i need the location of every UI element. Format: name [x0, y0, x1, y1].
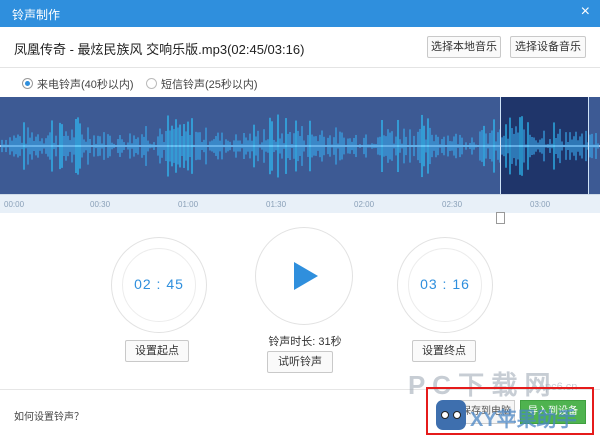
timeline-tick: 01:00 [178, 200, 199, 209]
timeline-tick: 00:00 [4, 200, 25, 209]
radio-sms-label: 短信铃声(25秒以内) [161, 79, 258, 91]
play-icon[interactable] [294, 262, 318, 290]
selection-end-line [588, 97, 589, 194]
timeline-tick: 02:30 [442, 200, 463, 209]
radio-call-ringtone[interactable]: 来电铃声(40秒以内) [22, 76, 134, 92]
ringtone-duration: 铃声时长: 31秒 [268, 336, 342, 348]
highlight-box [426, 387, 594, 435]
help-link[interactable]: 如何设置铃声？ [14, 408, 84, 423]
timeline-tick: 03:00 [530, 200, 551, 209]
timeline-tick: 00:30 [90, 200, 111, 209]
end-time-display: 03 : 16 [420, 276, 470, 292]
timeline-tick: 02:00 [354, 200, 375, 209]
waveform[interactable] [0, 97, 600, 194]
radio-sms-ringtone[interactable]: 短信铃声(25秒以内) [146, 76, 258, 92]
window-title: 铃声制作 [12, 8, 61, 22]
selection-start-line [500, 97, 501, 194]
title-bar: 铃声制作 × [0, 0, 600, 27]
preview-ringtone-button[interactable]: 试听铃声 [267, 351, 333, 373]
set-start-button[interactable]: 设置起点 [125, 340, 189, 362]
start-handle[interactable] [496, 212, 505, 224]
timeline-tick: 01:30 [266, 200, 287, 209]
start-time-dial: 02 : 45 [111, 237, 207, 333]
radio-selected-icon [22, 78, 33, 89]
song-name: 凤凰传奇 - 最炫民族风 交响乐版.mp3(02:45/03:16) [14, 42, 305, 57]
timeline: 00:00 00:30 01:00 01:30 02:00 02:30 03:0… [0, 194, 600, 213]
waveform-graphic [0, 114, 600, 178]
select-local-music-button[interactable]: 选择本地音乐 [427, 36, 501, 58]
ringtone-type-group: 来电铃声(40秒以内) 短信铃声(25秒以内) [0, 68, 600, 96]
radio-call-label: 来电铃声(40秒以内) [37, 79, 134, 91]
set-end-button[interactable]: 设置终点 [412, 340, 476, 362]
end-time-dial: 03 : 16 [397, 237, 493, 333]
radio-unselected-icon [146, 78, 157, 89]
song-row: 凤凰传奇 - 最炫民族风 交响乐版.mp3(02:45/03:16) 选择本地音… [0, 27, 600, 68]
close-icon[interactable]: × [581, 3, 590, 21]
start-time-display: 02 : 45 [134, 276, 184, 292]
select-device-music-button[interactable]: 选择设备音乐 [510, 36, 586, 58]
